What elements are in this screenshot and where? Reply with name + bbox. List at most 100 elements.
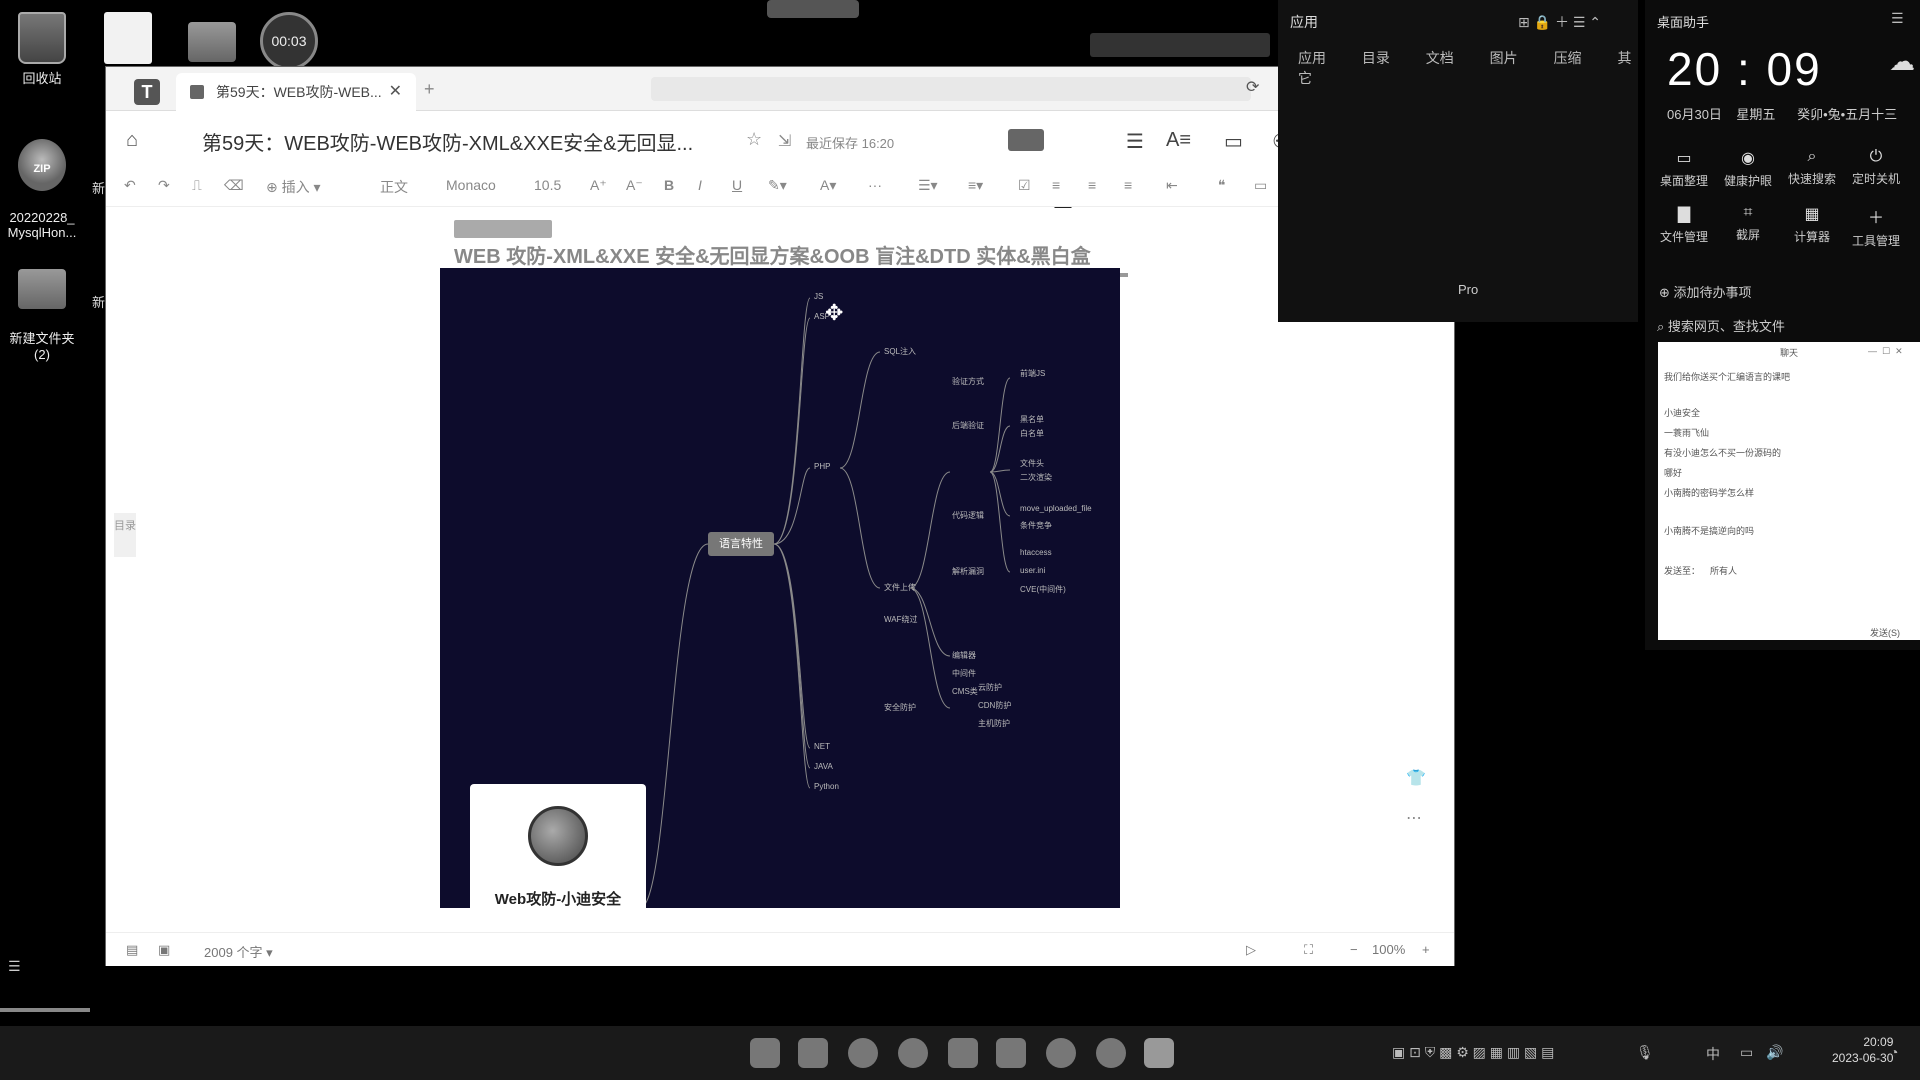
align-left-icon[interactable]: ≡ [1052, 177, 1060, 193]
highlight-icon[interactable]: ✎▾ [768, 177, 787, 194]
format-painter-icon[interactable]: ⎍ [192, 177, 202, 194]
screenshot-button[interactable]: ⌗ 截屏 [1717, 204, 1779, 243]
align-center-icon[interactable]: ≡ [1088, 177, 1096, 193]
assistant-search-input[interactable]: ⌕ 搜索网页、查找文件 [1657, 316, 1785, 335]
list-icon[interactable]: ☰ [8, 958, 21, 975]
new-folder-desktop-icon[interactable]: 新建文件夹 (2) [0, 244, 84, 377]
collaborators-icon[interactable] [1008, 129, 1044, 151]
underline-icon[interactable]: U [732, 177, 742, 193]
redo-icon[interactable]: ↷ [158, 177, 170, 194]
new-tab-icon[interactable]: + [424, 79, 435, 100]
zoom-out-icon[interactable]: − [1350, 942, 1358, 957]
recording-timer[interactable]: 00:03 [260, 12, 318, 70]
play-icon[interactable]: ▷ [1246, 942, 1256, 958]
media-player-icon[interactable] [1096, 1038, 1126, 1068]
send-target-select[interactable]: 所有人 [1710, 564, 1737, 577]
panel-controls[interactable]: ⊞ 🔒 ＋ ☰ ⌃ [1518, 12, 1601, 32]
desktop-tidy-button[interactable]: ▭ 桌面整理 [1653, 148, 1715, 189]
decrease-font-icon[interactable]: A⁻ [626, 177, 643, 194]
input-method-indicator[interactable]: 中 [1706, 1044, 1720, 1064]
close-icon[interactable]: ✕ [389, 73, 402, 111]
star-icon[interactable]: ☆ [746, 129, 762, 150]
outline-icon[interactable]: ▤ [126, 942, 138, 958]
notification-icon[interactable]: ◔ [1890, 1044, 1898, 1060]
recycle-bin-desktop-icon[interactable]: 回收站 [0, 12, 84, 87]
font-select[interactable]: Monaco [446, 177, 496, 193]
chrome-icon[interactable] [1046, 1038, 1076, 1068]
font-color-icon[interactable]: A▾ [820, 177, 836, 194]
document-canvas[interactable]: 目录 WEB 攻防-XML&XXE 安全&无回显方案&OOB 盲注&DTD 实体… [106, 208, 1454, 912]
numbered-list-icon[interactable]: ≡▾ [968, 177, 983, 194]
tab-apps[interactable]: 应用 [1298, 50, 1326, 66]
file-explorer-icon[interactable] [798, 1038, 828, 1068]
add-todo-button[interactable]: ⊕ 添加待办事项 [1659, 282, 1752, 301]
app-logo-icon[interactable]: T [134, 79, 160, 105]
send-button[interactable]: 发送(S) [1870, 626, 1900, 639]
indent-icon[interactable]: ⇤ [1166, 177, 1178, 194]
photos-icon[interactable] [948, 1038, 978, 1068]
tab-directory[interactable]: 目录 [1362, 50, 1390, 66]
mindmap-image[interactable]: 语言特性 JS ASP SQL注入 PHP 文件上传 NET JAVA Pyth… [440, 268, 1120, 908]
mindmap-node: JS [814, 292, 824, 301]
checkbox-icon[interactable]: ☑ [1018, 177, 1031, 194]
home-icon[interactable]: ⌂ [126, 129, 138, 152]
font-size-select[interactable]: 10.5 [534, 177, 561, 193]
eraser-icon[interactable]: ⌫ [224, 177, 244, 194]
undo-icon[interactable]: ↶ [124, 177, 136, 194]
bullet-list-icon[interactable]: ☰▾ [918, 177, 938, 194]
document-titlebar: ⌂ 第59天：WEB攻防-WEB攻防-XML&XXE安全&无回显... ☆ ⇲ … [106, 111, 1454, 209]
menu-icon[interactable]: ☰ [1891, 10, 1904, 27]
mindmap-node: 文件头 [1020, 459, 1044, 468]
tool-manager-button[interactable]: ＋ 工具管理 [1845, 204, 1907, 249]
tab-images[interactable]: 图片 [1490, 50, 1518, 66]
increase-font-icon[interactable]: A⁺ [590, 177, 607, 194]
file-manager-button[interactable]: ▇ 文件管理 [1653, 204, 1715, 245]
more-vertical-icon[interactable]: ⋯ [1406, 808, 1422, 828]
document-title[interactable]: 第59天：WEB攻防-WEB攻防-XML&XXE安全&无回显... [202, 127, 693, 156]
refresh-icon[interactable]: ⟳ [1246, 77, 1259, 97]
microphone-icon[interactable]: 🎙 [1636, 1044, 1654, 1061]
format-toolbar: ↶ ↷ ⎍ ⌫ ⊕ 插入 ▾ 正文 Monaco 10.5 A⁺ A⁻ B I … [106, 167, 1454, 207]
chat-window-controls[interactable]: — ☐ ✕ [1868, 346, 1903, 357]
quick-search-button[interactable]: ⌕ 快速搜索 [1781, 148, 1843, 187]
shirt-icon[interactable]: 👕 [1406, 768, 1426, 788]
menu-icon[interactable]: ☰ [1126, 129, 1144, 154]
bird-app-icon[interactable] [996, 1038, 1026, 1068]
align-right-icon[interactable]: ≡ [1124, 177, 1132, 193]
comment-icon[interactable]: ▭ [1254, 177, 1267, 194]
export-icon[interactable]: ⇲ [778, 131, 791, 151]
present-icon[interactable]: ▭ [1224, 129, 1243, 154]
folder-desktop-icon[interactable] [170, 12, 254, 66]
tray-icons[interactable]: ▣ ⊡ ⛨ ▩ ⚙ ▨ ▦ ▥ ▧ ▤ [1392, 1044, 1554, 1061]
style-select[interactable]: 正文 [380, 177, 408, 197]
more-icon[interactable]: ··· [868, 177, 882, 193]
mindmap-node: user.ini [1020, 566, 1046, 575]
document-tab[interactable]: 第59天：WEB攻防-WEB... ✕ [176, 73, 416, 111]
start-icon[interactable] [750, 1038, 780, 1068]
volume-icon[interactable]: 🔊 [1766, 1044, 1783, 1061]
taskbar-clock[interactable]: 20:09 2023-06-30 [1832, 1034, 1893, 1066]
edge-browser-icon[interactable] [848, 1038, 878, 1068]
tab-documents[interactable]: 文档 [1426, 50, 1454, 66]
browser-icon[interactable] [898, 1038, 928, 1068]
calculator-button[interactable]: ▦ 计算器 [1781, 204, 1843, 245]
quote-icon[interactable]: ❝ [1218, 177, 1226, 194]
tab-archives[interactable]: 压缩 [1554, 50, 1582, 66]
eye-care-button[interactable]: ◉ 健康护眼 [1717, 148, 1779, 189]
zip-desktop-icon[interactable]: ZIP 20220228_ MysqlHon... [0, 124, 84, 255]
print-layout-icon[interactable]: ▣ [158, 942, 170, 958]
address-bar[interactable] [651, 77, 1251, 101]
zoom-in-icon[interactable]: + [1422, 942, 1430, 957]
insert-button[interactable]: ⊕ 插入 ▾ [266, 177, 321, 197]
zoom-level[interactable]: 100% [1372, 942, 1405, 957]
editor-app-icon[interactable] [1144, 1038, 1174, 1068]
bold-icon[interactable]: B [664, 177, 674, 193]
timed-shutdown-button[interactable]: ⏻ 定时关机 [1845, 148, 1907, 187]
italic-icon[interactable]: I [698, 177, 702, 193]
word-count[interactable]: 2009 个字 ▾ [204, 942, 273, 961]
network-icon[interactable]: ▭ [1740, 1044, 1753, 1061]
todo-label: 添加待办事项 [1673, 285, 1752, 300]
toc-toggle[interactable]: 目录 [114, 513, 136, 557]
text-format-icon[interactable]: A≡ [1166, 129, 1191, 152]
fit-screen-icon[interactable]: ⛶ [1304, 942, 1313, 958]
